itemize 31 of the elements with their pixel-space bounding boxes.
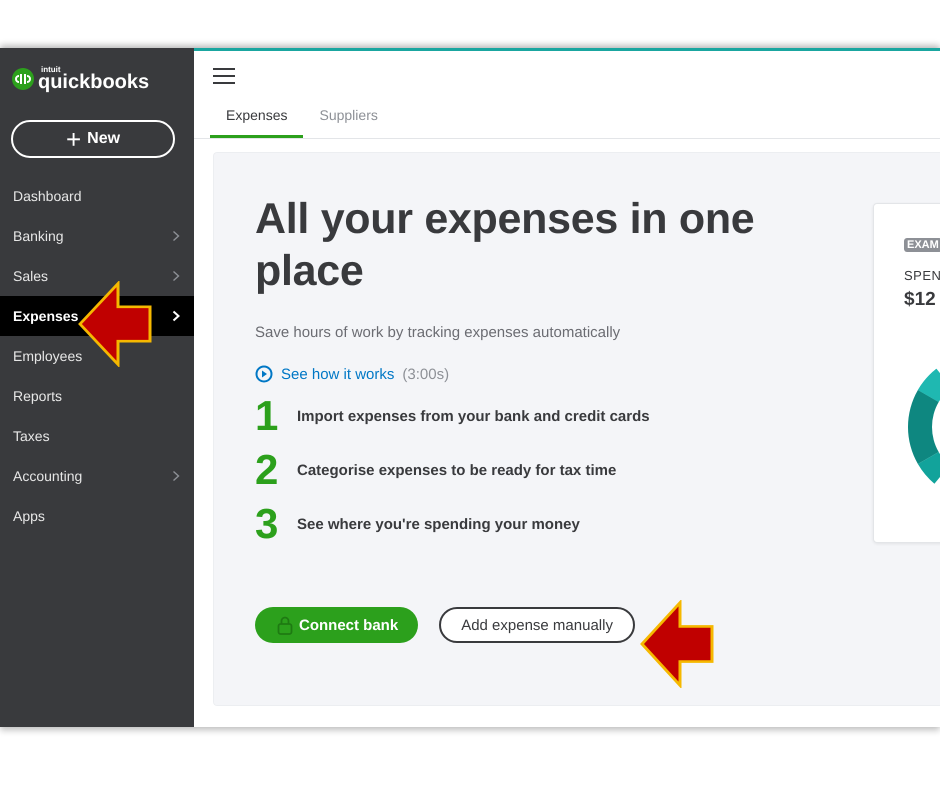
add-expense-button[interactable]: Add expense manually [439,607,635,643]
sidebar-item[interactable]: Employees [0,336,194,376]
sidebar-item[interactable]: Dashboard [0,176,194,216]
video-length: (3:00s) [402,366,450,382]
step-number: 3 [255,503,279,545]
lock-icon [277,616,293,634]
video-link[interactable]: See how it works [281,366,394,382]
sidebar-item[interactable]: Accounting [0,456,194,496]
new-button[interactable]: + New [11,120,175,158]
step-number: 1 [255,395,279,437]
subtitle-text: Save hours of work by tracking expenses automatically [255,324,622,341]
logo-text: quickbooks [38,72,150,92]
logo-icon [12,68,34,90]
sidebar-item[interactable]: Banking [0,216,194,256]
tab[interactable]: Expenses [210,104,304,138]
sidebar-item[interactable]: Taxes [0,416,194,456]
menu-icon[interactable] [213,68,235,84]
amount-text: $12 [904,289,936,311]
play-icon[interactable] [255,365,273,383]
arrow-icon [640,600,714,688]
step-number: 2 [255,449,279,491]
sidebar-item[interactable]: Sales [0,256,194,296]
logo-maker-text: intuit [41,66,61,74]
sidebar-item[interactable]: Apps [0,496,194,536]
example-badge: EXAM [904,238,940,252]
step-text: Import expenses from your bank and credit cards [297,408,650,424]
sidebar-item[interactable]: Reports [0,376,194,416]
page-heading: All your expenses in one place [255,194,756,297]
step-text: See where you're spending your money [297,516,580,532]
card-label: SPEN [904,268,940,283]
step-text: Categorise expenses to be ready for tax time [297,462,616,478]
